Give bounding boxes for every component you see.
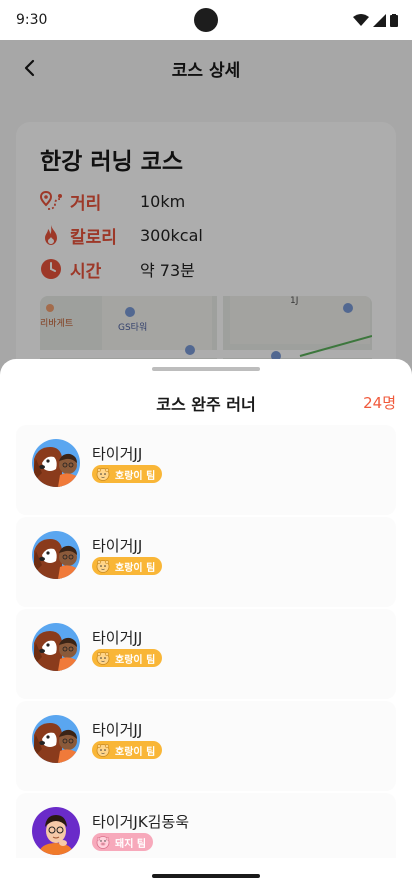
camera-cutout [194, 8, 218, 32]
runner-count: 24명 [363, 394, 396, 412]
home-gesture-pill[interactable] [152, 874, 260, 878]
thinking-man-avatar [32, 807, 80, 855]
status-icons [353, 13, 398, 27]
tiger-icon [96, 560, 110, 573]
runner-name: 타이거JJ [92, 537, 143, 555]
team-badge: 호랑이 팀 [92, 649, 163, 667]
dog-and-boy-avatar [32, 531, 80, 579]
status-bar: 9:30 [0, 0, 412, 40]
runner-name: 타이거JJ [92, 721, 143, 739]
tiger-icon [96, 468, 110, 481]
team-name: 호랑이 팀 [115, 562, 156, 574]
runners-bottom-sheet: 코스 완주 러너 24명 타이거JJ 호랑이 팀 타이거JJ 호랑이 팀 타이거… [0, 359, 412, 892]
signal-icon [373, 13, 386, 27]
team-badge: 호랑이 팀 [92, 465, 163, 483]
team-name: 돼지 팀 [115, 838, 147, 850]
system-navigation-bar [0, 858, 412, 892]
runner-list: 타이거JJ 호랑이 팀 타이거JJ 호랑이 팀 타이거JJ 호랑이 팀 타이거J… [16, 425, 396, 885]
tiger-icon [96, 744, 110, 757]
dog-and-boy-avatar [32, 623, 80, 671]
status-time: 9:30 [16, 12, 48, 28]
sheet-title: 코스 완주 러너 [156, 395, 256, 414]
runner-name: 타이거JK김동욱 [92, 813, 190, 831]
team-name: 호랑이 팀 [115, 746, 156, 758]
tiger-icon [96, 652, 110, 665]
dog-and-boy-avatar [32, 715, 80, 763]
runner-list-item[interactable]: 타이거JJ 호랑이 팀 [16, 425, 396, 515]
runner-name: 타이거JJ [92, 445, 143, 463]
wifi-icon [353, 14, 369, 26]
team-badge: 돼지 팀 [92, 833, 154, 851]
runner-list-item[interactable]: 타이거JJ 호랑이 팀 [16, 517, 396, 607]
team-name: 호랑이 팀 [115, 654, 156, 666]
dog-and-boy-avatar [32, 439, 80, 487]
drag-handle[interactable] [152, 367, 260, 371]
runner-name: 타이거JJ [92, 629, 143, 647]
team-badge: 호랑이 팀 [92, 557, 163, 575]
battery-icon [390, 13, 398, 27]
runner-list-item[interactable]: 타이거JJ 호랑이 팀 [16, 609, 396, 699]
runner-list-item[interactable]: 타이거JJ 호랑이 팀 [16, 701, 396, 791]
pig-icon [96, 836, 110, 849]
team-badge: 호랑이 팀 [92, 741, 163, 759]
team-name: 호랑이 팀 [115, 470, 156, 482]
